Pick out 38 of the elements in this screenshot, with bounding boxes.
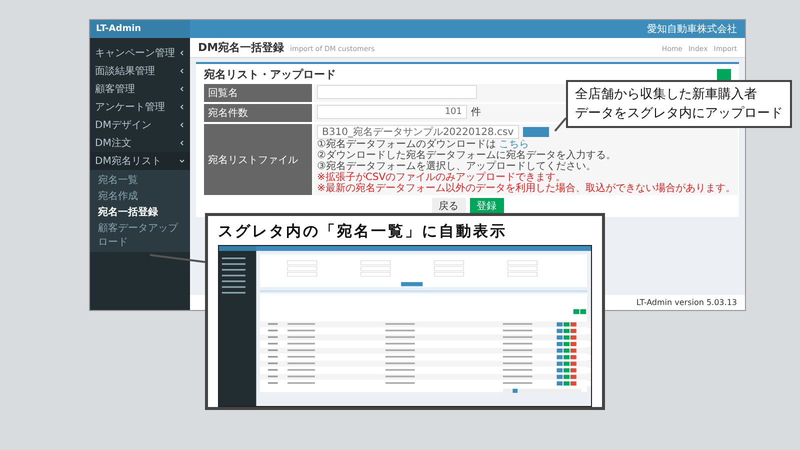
back-button[interactable]: 戻る: [432, 198, 466, 214]
instruction-text: ③宛名データフォームを選択し、アップロードしてください。: [317, 162, 597, 172]
sidebar-item-label: DM宛名リスト: [95, 154, 162, 168]
company-name: 愛知自動車株式会社: [647, 22, 738, 36]
preview-caption: スグレタ内の「宛名一覧」に自動表示: [218, 222, 508, 242]
form-label: 宛名リストファイル: [204, 124, 312, 195]
sidebar-item[interactable]: DM注文: [90, 134, 190, 152]
sidebar-item-label: DM注文: [95, 136, 132, 150]
sidebar-item[interactable]: 顧客管理: [90, 80, 190, 98]
sidebar-subitem[interactable]: 顧客データアップロード: [90, 220, 190, 250]
count-field[interactable]: 101: [317, 105, 467, 119]
sidebar-subitem[interactable]: 宛名一覧: [90, 172, 190, 188]
version-text: LT-Admin version 5.03.13: [636, 298, 737, 307]
sidebar-subitem[interactable]: 宛名作成: [90, 188, 190, 204]
card-title: 宛名リスト・アップロード: [204, 67, 336, 82]
instruction-text: ②ダウンロードした宛名データフォームに宛名データを入力する。: [317, 151, 617, 161]
sidebar-item-label: アンケート管理: [95, 101, 165, 114]
sidebar-item[interactable]: キャンペーン管理: [90, 44, 190, 62]
sidebar-subitem[interactable]: 宛名一括登録: [90, 204, 190, 220]
callout-text: 全店舗から収集した新車購入者 データをスグレタ内にアップロード: [566, 80, 792, 128]
app-logo: LT-Admin: [90, 20, 190, 38]
page-title: DM宛名一括登録: [198, 40, 284, 55]
form-label: 宛名件数: [204, 104, 312, 122]
sidebar-item[interactable]: DMデザイン: [90, 116, 190, 134]
instruction-text: ※拡張子がCSVのファイルのみアップロードできます。: [317, 173, 567, 183]
sidebar-item[interactable]: 面談結果管理: [90, 62, 190, 80]
form-label: 回覧名: [204, 84, 312, 102]
sidebar-item-label: 面談結果管理: [95, 64, 155, 78]
sidebar-item-label: キャンペーン管理: [95, 47, 175, 60]
unit-label: 件: [471, 106, 481, 119]
download-link[interactable]: こちら: [499, 139, 530, 150]
sidebar-item[interactable]: アンケート管理: [90, 98, 190, 116]
submit-button[interactable]: 登録: [470, 198, 504, 214]
instruction-text: ※最新の宛名データフォーム以外のデータを利用した場合、取込ができない場合があります。: [317, 184, 736, 194]
file-field[interactable]: B310_宛名データサンプル20220128.csv: [317, 125, 519, 139]
instruction-text: ①宛名データフォームのダウンロードは こちら: [317, 140, 530, 150]
sidebar-item-label: DMデザイン: [95, 119, 152, 132]
sidebar-item-label: 顧客管理: [95, 82, 135, 96]
